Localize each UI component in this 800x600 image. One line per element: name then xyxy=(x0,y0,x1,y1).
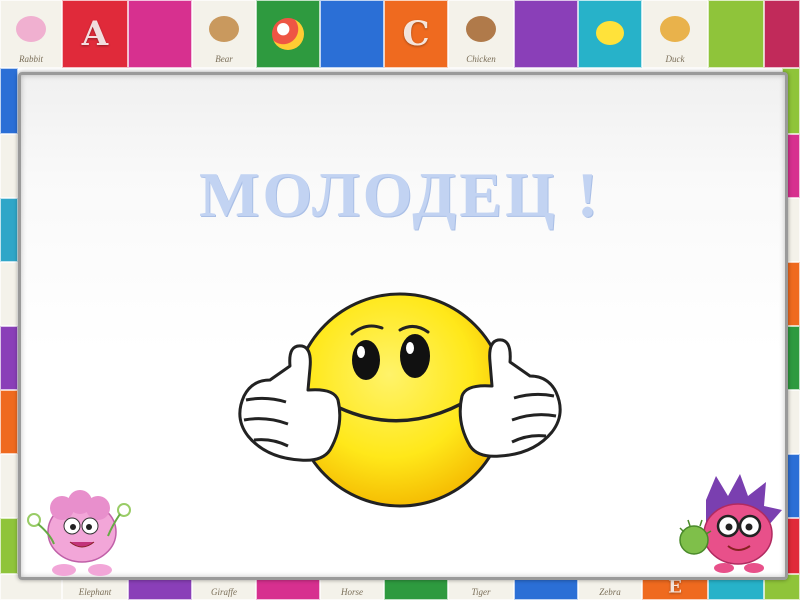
border-tile-chicken: Chicken xyxy=(448,0,514,68)
border-tile xyxy=(0,262,18,326)
border-caption: Horse xyxy=(341,587,363,597)
rabbit-icon xyxy=(16,15,46,42)
border-tile xyxy=(0,518,18,574)
border-tile-letter-c: C xyxy=(384,0,448,68)
border-tile-bear: Bear xyxy=(192,0,256,68)
border-tile xyxy=(320,0,384,68)
border-tile xyxy=(764,0,800,68)
border-tile-ball xyxy=(256,0,320,68)
border-tile xyxy=(0,68,18,134)
slide-title: МОЛОДЕЦ ! xyxy=(198,159,602,230)
duck-icon xyxy=(596,20,624,45)
border-tile xyxy=(0,326,18,390)
border-tile-duck xyxy=(578,0,642,68)
duck-icon xyxy=(660,15,690,42)
border-letter: A xyxy=(81,14,109,54)
border-caption: Giraffe xyxy=(211,587,237,597)
border-tile xyxy=(0,454,18,518)
border-caption: Chicken xyxy=(466,54,496,64)
border-letter: C xyxy=(402,14,430,54)
border-tile-rabbit: Rabbit xyxy=(0,0,62,68)
border-caption: Rabbit xyxy=(19,54,43,64)
border-tile xyxy=(0,390,18,454)
border-caption: Elephant xyxy=(78,587,112,597)
bear-icon xyxy=(209,15,239,42)
border-tile-letter-a: A xyxy=(62,0,128,68)
chicken-icon xyxy=(466,15,496,42)
border-caption: Duck xyxy=(665,54,685,64)
purple-hedgehog-character-icon xyxy=(679,474,782,573)
border-caption: Zebra xyxy=(599,587,621,597)
pink-ram-character-icon xyxy=(27,490,131,576)
ball-icon xyxy=(272,18,304,50)
border-tile-duck-text: Duck xyxy=(642,0,708,68)
border-tile xyxy=(128,0,192,68)
border-caption: Tiger xyxy=(471,587,491,597)
border-caption: Bear xyxy=(215,54,233,64)
border-tile xyxy=(514,0,578,68)
border-tile xyxy=(708,0,764,68)
thumbs-up-smiley-icon xyxy=(238,292,562,508)
